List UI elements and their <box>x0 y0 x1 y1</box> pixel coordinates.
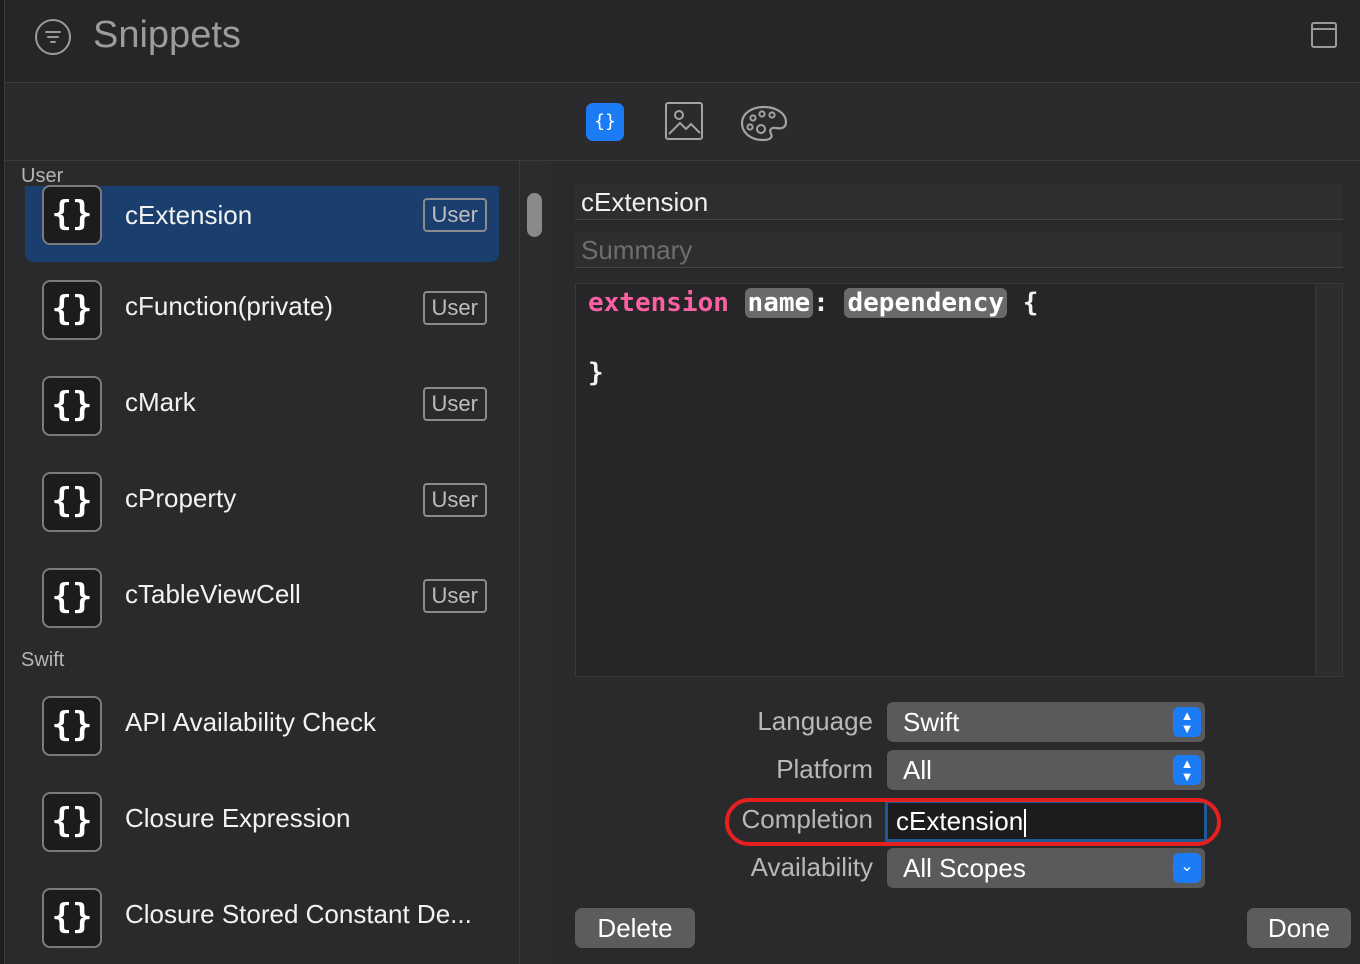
availability-popup[interactable]: All Scopes ⌄ <box>887 848 1205 888</box>
code-braces-icon: {} <box>42 185 102 245</box>
snippet-name: cProperty <box>125 483 237 513</box>
snippet-name: cMark <box>125 387 196 417</box>
completion-value: cExtension <box>896 806 1024 836</box>
language-value: Swift <box>903 707 960 737</box>
snippet-detail-panel: cExtension Summary extension name: depen… <box>551 161 1360 964</box>
snippet-name: cFunction(private) <box>125 291 334 321</box>
code-line-3: } <box>588 358 604 388</box>
snippet-name: Closure Expression <box>125 803 351 833</box>
chevron-down-icon: ⌄ <box>1173 853 1201 883</box>
platform-value: All <box>903 755 932 785</box>
chevron-up-down-icon: ▲ ▼ <box>1173 755 1201 785</box>
done-button[interactable]: Done <box>1247 908 1351 948</box>
code-braces-icon: {} <box>42 888 102 948</box>
snippet-name: Closure Stored Constant De... <box>125 899 472 929</box>
snippets-window: Snippets {} User {} cExtension User {} c… <box>4 0 1360 964</box>
code-braces-icon: {} <box>42 568 102 628</box>
text-caret <box>1024 809 1027 838</box>
snippet-title-field[interactable]: cExtension <box>575 184 1343 220</box>
code-snippet-icon[interactable]: {} <box>586 103 624 141</box>
code-braces-icon: {} <box>42 792 102 852</box>
snippet-item-cextension[interactable]: {} cExtension User <box>25 185 499 262</box>
snippet-item-cmark[interactable]: {} cMark User <box>25 363 499 439</box>
snippet-item-ctableviewcell[interactable]: {} cTableViewCell User <box>25 555 499 631</box>
code-placeholder-dependency[interactable]: dependency <box>844 288 1008 318</box>
snippet-summary-field[interactable]: Summary <box>575 232 1343 268</box>
language-popup[interactable]: Swift ▲ ▼ <box>887 702 1205 742</box>
filter-icon[interactable] <box>35 19 71 55</box>
availability-label: Availability <box>750 852 873 882</box>
code-line-1: extension name: dependency { <box>588 288 1038 318</box>
delete-button[interactable]: Delete <box>575 908 695 948</box>
code-braces-icon: {} <box>42 280 102 340</box>
availability-value: All Scopes <box>903 853 1026 883</box>
snippet-user-badge: User <box>422 291 487 325</box>
completion-input[interactable]: cExtension <box>885 800 1207 842</box>
snippet-name: API Availability Check <box>125 707 376 737</box>
window-toggle-icon[interactable] <box>1311 22 1337 48</box>
snippet-item-api-availability-check[interactable]: {} API Availability Check <box>25 683 499 759</box>
snippet-code-editor[interactable]: extension name: dependency { } <box>575 283 1343 677</box>
snippet-item-cproperty[interactable]: {} cProperty User <box>25 459 499 535</box>
section-header-swift: Swift <box>21 649 65 671</box>
snippet-list: User {} cExtension User {} cFunction(pri… <box>5 161 519 964</box>
media-image-icon[interactable] <box>665 102 703 140</box>
snippet-user-badge: User <box>422 483 487 517</box>
snippet-user-badge: User <box>422 579 487 613</box>
platform-label: Platform <box>776 754 873 784</box>
library-tab-bar: {} <box>5 83 1360 161</box>
code-colon: : <box>813 288 829 318</box>
title-bar: Snippets <box>5 0 1360 83</box>
snippet-item-closure-stored-constant[interactable]: {} Closure Stored Constant De... <box>25 875 499 951</box>
platform-popup[interactable]: All ▲ ▼ <box>887 750 1205 790</box>
snippet-list-scrollbar[interactable] <box>519 161 552 964</box>
window-title: Snippets <box>93 14 241 56</box>
snippet-user-badge: User <box>422 387 487 421</box>
code-braces-icon: {} <box>42 696 102 756</box>
code-close-brace: } <box>588 358 604 388</box>
code-braces-icon: {} <box>42 376 102 436</box>
scrollbar-thumb[interactable] <box>527 193 542 237</box>
chevron-up-down-icon: ▲ ▼ <box>1173 707 1201 737</box>
code-braces-icon: {} <box>42 472 102 532</box>
snippet-name: cTableViewCell <box>125 579 301 609</box>
completion-label: Completion <box>741 804 873 834</box>
code-keyword: extension <box>588 288 729 318</box>
snippet-item-closure-expression[interactable]: {} Closure Expression <box>25 779 499 855</box>
snippet-name: cExtension <box>125 200 253 230</box>
snippet-user-badge: User <box>422 198 487 232</box>
color-palette-icon[interactable] <box>740 105 788 142</box>
code-placeholder-name[interactable]: name <box>744 288 814 318</box>
language-label: Language <box>757 706 873 736</box>
code-editor-scrollbar[interactable] <box>1315 284 1342 676</box>
snippet-item-cfunction-private[interactable]: {} cFunction(private) User <box>25 267 499 343</box>
code-open-brace: { <box>1022 288 1039 318</box>
